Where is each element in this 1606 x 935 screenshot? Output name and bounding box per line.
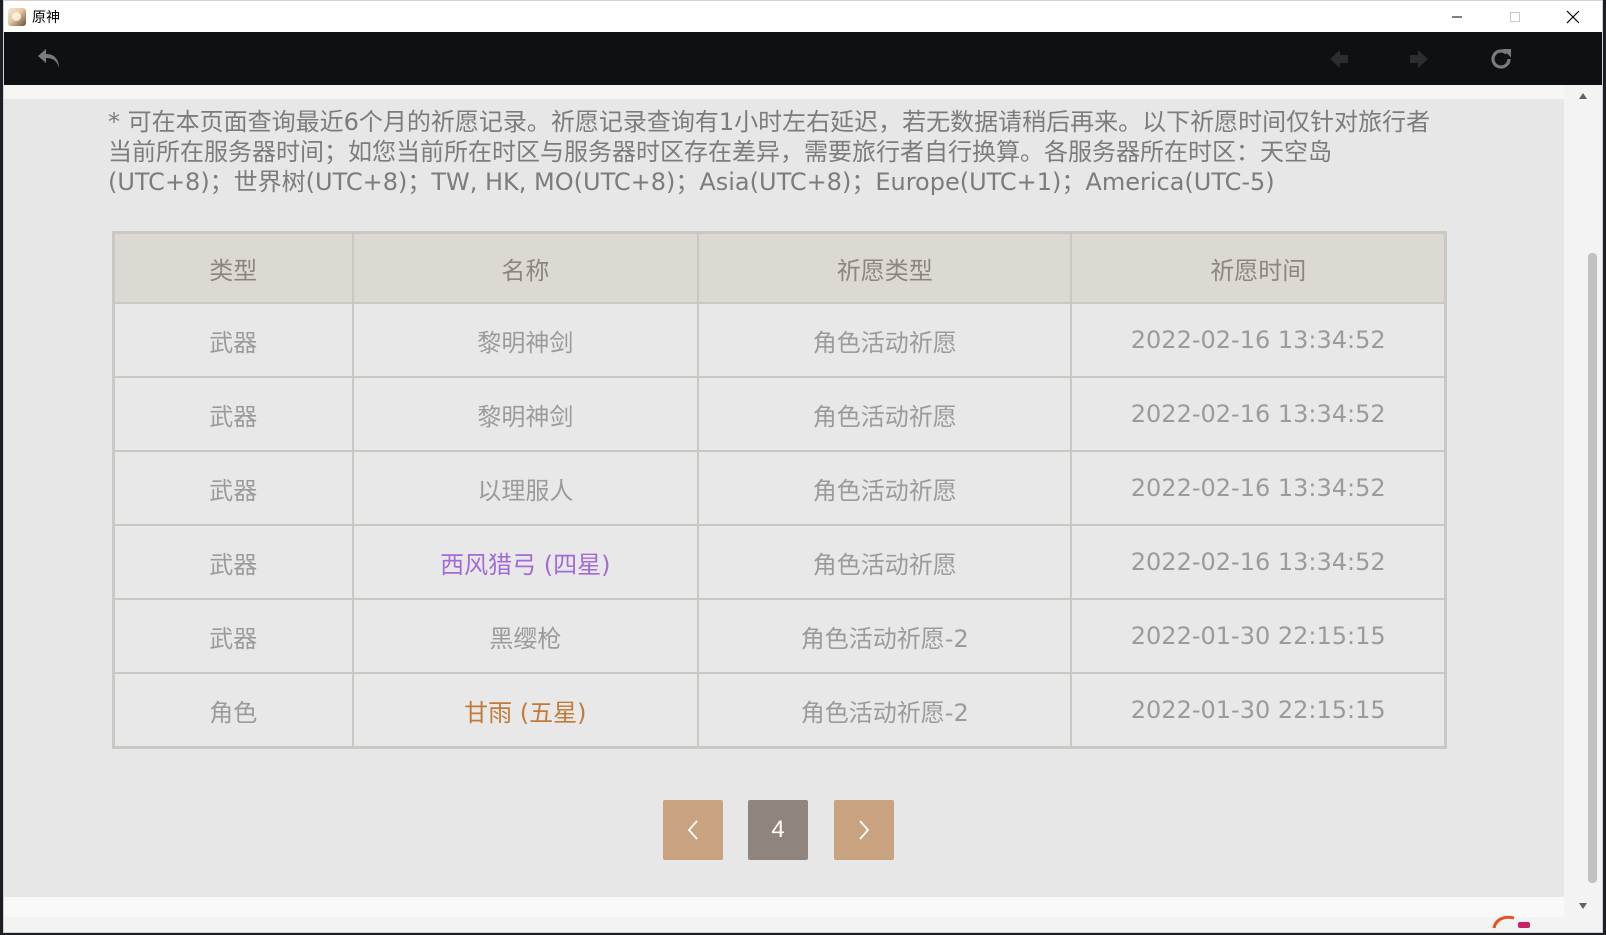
window-controls bbox=[1428, 1, 1602, 32]
cell-time: 2022-01-30 22:15:15 bbox=[1070, 598, 1447, 674]
table-row: 武器 黎明神剑 角色活动祈愿 2022-02-16 13:34:52 bbox=[112, 376, 1447, 452]
refresh-icon bbox=[1491, 49, 1511, 69]
content-bottom-band bbox=[4, 897, 1566, 917]
cell-time: 2022-02-16 13:34:52 bbox=[1070, 376, 1447, 452]
title-bar: 原神 bbox=[4, 1, 1602, 32]
cell-type: 武器 bbox=[112, 524, 354, 600]
header-type: 类型 bbox=[112, 231, 354, 304]
close-button[interactable] bbox=[1544, 1, 1602, 32]
cell-wish-type: 角色活动祈愿 bbox=[697, 376, 1073, 452]
cell-type: 武器 bbox=[112, 450, 354, 526]
cell-wish-type: 角色活动祈愿 bbox=[697, 302, 1073, 378]
cell-type: 武器 bbox=[112, 302, 354, 378]
maximize-icon bbox=[1510, 11, 1520, 22]
cell-wish-type: 角色活动祈愿 bbox=[697, 450, 1073, 526]
cell-name: 黎明神剑 bbox=[351, 376, 700, 452]
cell-name-four-star: 西风猎弓 (四星) bbox=[351, 524, 700, 600]
current-page-indicator: 4 bbox=[748, 800, 808, 860]
chevron-right-icon bbox=[859, 820, 870, 840]
cell-name-five-star: 甘雨 (五星) bbox=[351, 672, 700, 749]
app-logo-icon bbox=[8, 7, 26, 26]
refresh-button[interactable] bbox=[1486, 44, 1516, 74]
page-content: * 可在本页面查询最近6个月的祈愿记录。祈愿记录查询有1小时左右延迟，若无数据请… bbox=[4, 85, 1566, 917]
nav-prev-button[interactable] bbox=[1324, 44, 1354, 74]
content-top-band bbox=[4, 85, 1566, 99]
table-row: 武器 黑缨枪 角色活动祈愿-2 2022-01-30 22:15:15 bbox=[112, 598, 1447, 674]
table-row: 武器 黎明神剑 角色活动祈愿 2022-02-16 13:34:52 bbox=[112, 302, 1447, 378]
scroll-down-arrow-icon[interactable] bbox=[1564, 899, 1602, 913]
table-row: 角色 甘雨 (五星) 角色活动祈愿-2 2022-01-30 22:15:15 bbox=[112, 672, 1447, 749]
back-arrow-icon bbox=[38, 49, 59, 68]
chevron-left-icon bbox=[687, 820, 698, 840]
cell-name: 黎明神剑 bbox=[351, 302, 700, 378]
scrollbar-thumb[interactable] bbox=[1588, 253, 1597, 883]
header-name: 名称 bbox=[351, 231, 700, 304]
cell-type: 武器 bbox=[112, 376, 354, 452]
left-diamond-arrow-icon bbox=[1330, 50, 1348, 68]
minimize-icon bbox=[1452, 16, 1462, 17]
maximize-button[interactable] bbox=[1486, 1, 1544, 32]
cell-type: 角色 bbox=[112, 672, 354, 749]
right-diamond-arrow-icon bbox=[1410, 50, 1428, 68]
cell-type: 武器 bbox=[112, 598, 354, 674]
minimize-button[interactable] bbox=[1428, 1, 1486, 32]
nav-next-button[interactable] bbox=[1404, 44, 1434, 74]
cell-wish-type: 角色活动祈愿-2 bbox=[697, 672, 1073, 749]
header-wish-time: 祈愿时间 bbox=[1070, 231, 1447, 304]
cell-time: 2022-01-30 22:15:15 bbox=[1070, 672, 1447, 749]
pagination: 4 bbox=[4, 800, 1566, 860]
vertical-scrollbar[interactable] bbox=[1564, 85, 1602, 917]
wish-history-table: 类型 名称 祈愿类型 祈愿时间 武器 黎明神剑 角色活动祈愿 2022-02-1… bbox=[112, 231, 1447, 749]
cell-wish-type: 角色活动祈愿-2 bbox=[697, 598, 1073, 674]
table-row: 武器 以理服人 角色活动祈愿 2022-02-16 13:34:52 bbox=[112, 450, 1447, 526]
app-window: 原神 * 可在本页面查询最近6个月的祈愿记录。祈愿记录查询有1小时左右延迟，若无… bbox=[3, 0, 1603, 933]
browser-toolbar bbox=[4, 32, 1602, 85]
cell-time: 2022-02-16 13:34:52 bbox=[1070, 524, 1447, 600]
notice-text: * 可在本页面查询最近6个月的祈愿记录。祈愿记录查询有1小时左右延迟，若无数据请… bbox=[108, 108, 1431, 196]
table-header-row: 类型 名称 祈愿类型 祈愿时间 bbox=[112, 231, 1447, 304]
cell-time: 2022-02-16 13:34:52 bbox=[1070, 302, 1447, 378]
tray-app-icon bbox=[1492, 915, 1530, 929]
window-title: 原神 bbox=[32, 8, 60, 25]
cell-name: 黑缨枪 bbox=[351, 598, 700, 674]
table-row: 武器 西风猎弓 (四星) 角色活动祈愿 2022-02-16 13:34:52 bbox=[112, 524, 1447, 600]
cell-name: 以理服人 bbox=[351, 450, 700, 526]
cell-time: 2022-02-16 13:34:52 bbox=[1070, 450, 1447, 526]
back-button[interactable] bbox=[34, 44, 64, 74]
close-icon bbox=[1566, 10, 1580, 23]
scroll-up-arrow-icon[interactable] bbox=[1564, 89, 1602, 103]
prev-page-button[interactable] bbox=[663, 800, 723, 860]
next-page-button[interactable] bbox=[834, 800, 894, 860]
header-wish-type: 祈愿类型 bbox=[697, 231, 1073, 304]
cell-wish-type: 角色活动祈愿 bbox=[697, 524, 1073, 600]
